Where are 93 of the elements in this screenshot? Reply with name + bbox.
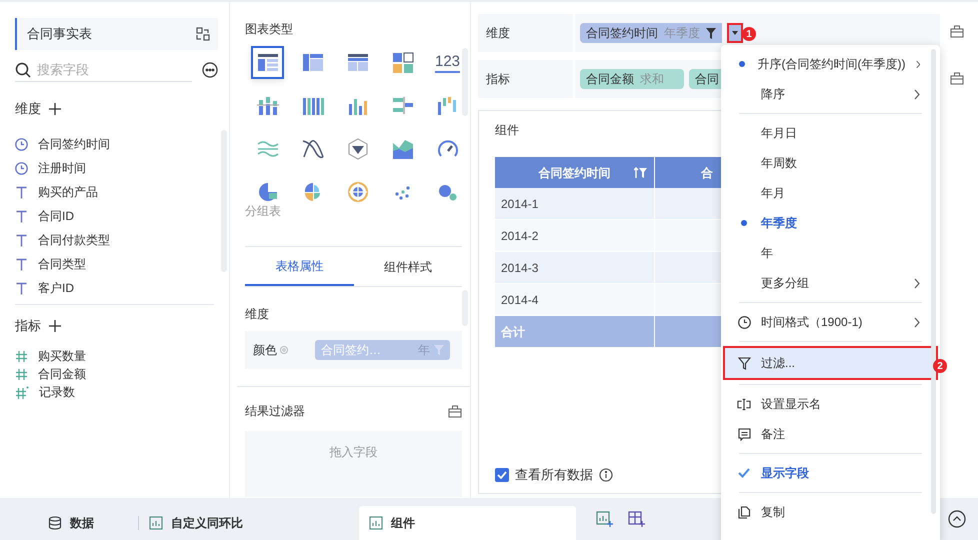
- search-field[interactable]: 搜索字段: [37, 60, 157, 80]
- add-chart-icon[interactable]: [596, 511, 614, 527]
- field-item[interactable]: 记录数: [39, 383, 75, 401]
- table-name: 合同事实表: [27, 25, 92, 44]
- database-icon: [48, 516, 62, 530]
- menu-item[interactable]: 年周数: [727, 148, 934, 178]
- section-label: 维度: [15, 100, 41, 118]
- drop-hint: 拖入字段: [330, 444, 378, 459]
- field-item[interactable]: 合同ID: [38, 207, 74, 225]
- menu-item[interactable]: 时间格式（1900-1): [727, 307, 934, 337]
- field-item[interactable]: 客户ID: [38, 279, 74, 297]
- selected-dot-icon: [741, 220, 747, 226]
- menu-item[interactable]: 更多分组: [727, 268, 934, 298]
- text-type-icon: [15, 282, 28, 294]
- text-type-icon: [15, 234, 28, 246]
- menu-item[interactable]: 降序: [727, 79, 934, 109]
- note-icon: [738, 428, 750, 440]
- menu-item[interactable]: 备注: [727, 419, 934, 449]
- tiles-icon: [390, 50, 414, 74]
- number-type-icon: [15, 368, 28, 380]
- field-item[interactable]: 购买的产品: [38, 183, 98, 201]
- menu-item[interactable]: 过滤...: [723, 346, 938, 380]
- clock-icon: [15, 138, 28, 150]
- search-icon: [15, 62, 31, 78]
- chart-type-option[interactable]: [251, 46, 284, 79]
- section-label: 维度: [245, 306, 270, 321]
- menu-item[interactable]: 年季度: [727, 208, 934, 238]
- panel-title: 图表类型: [245, 21, 294, 36]
- text-type-icon: [15, 258, 28, 270]
- callout-badge: 2: [933, 359, 947, 373]
- chart-icon: [369, 516, 383, 530]
- selected-dot-icon: [739, 61, 746, 67]
- sunburst-icon: [346, 180, 370, 204]
- text-type-icon: [15, 186, 28, 198]
- bottom-tab[interactable]: 数据: [38, 506, 138, 540]
- table-cell: 2014-4: [495, 284, 655, 315]
- collapse-icon[interactable]: [948, 510, 966, 528]
- tab[interactable]: 表格属性: [245, 247, 354, 286]
- shelf-label: 维度: [486, 25, 510, 42]
- field-item[interactable]: 购买数量: [38, 347, 86, 365]
- field-pill[interactable]: 合同金额 求和: [580, 69, 684, 89]
- more-icon[interactable]: [202, 62, 218, 78]
- table-cell: 2014-3: [495, 252, 655, 283]
- bottom-tab[interactable]: 组件: [359, 506, 576, 540]
- table-cell: 2014-2: [495, 220, 655, 251]
- field-item[interactable]: 合同签约时间: [38, 135, 110, 153]
- menu-item[interactable]: 设置显示名: [727, 389, 934, 419]
- add-icon[interactable]: [49, 103, 61, 115]
- section-label: 指标: [15, 317, 41, 336]
- field-pill[interactable]: 合同签约时间 年季度: [580, 23, 722, 43]
- total-cell: 合计: [495, 316, 655, 347]
- clock-icon: [15, 162, 28, 174]
- count-type-icon: [15, 386, 29, 398]
- clock-icon: [738, 316, 750, 328]
- add-icon[interactable]: [49, 320, 61, 332]
- field-item[interactable]: 合同金额: [38, 365, 86, 383]
- text-type-icon: [15, 210, 28, 222]
- bottom-tab[interactable]: 自定义同环比: [139, 506, 359, 540]
- menu-item[interactable]: 升序(合同签约时间(年季度)): [727, 49, 934, 79]
- dropdown-button[interactable]: [727, 23, 743, 43]
- checkbox-label: 查看所有数据: [515, 466, 593, 484]
- filter-icon[interactable]: [706, 28, 716, 38]
- panel-title: 结果过滤器: [245, 403, 305, 420]
- info-icon[interactable]: [599, 468, 613, 482]
- copy-icon: [738, 506, 750, 518]
- rename-icon: [737, 398, 751, 410]
- caret-icon: [732, 31, 738, 35]
- scrollbar[interactable]: [931, 49, 936, 514]
- chart-type-caption: 分组表: [245, 203, 282, 220]
- number-type-icon: [15, 350, 28, 362]
- tab[interactable]: 组件样式: [354, 247, 462, 286]
- checkbox[interactable]: [495, 468, 509, 482]
- sort-filter-icon[interactable]: [634, 167, 648, 178]
- property-label: 颜色: [253, 342, 277, 359]
- field-item[interactable]: 注册时间: [38, 159, 86, 177]
- menu-item[interactable]: 年: [727, 238, 934, 268]
- shelf-label: 指标: [486, 71, 510, 88]
- menu-item[interactable]: 年月日: [727, 118, 934, 148]
- field-item[interactable]: 合同付款类型: [38, 231, 110, 249]
- table-header[interactable]: 合同事实表: [15, 18, 218, 50]
- menu-item[interactable]: 年月: [727, 178, 934, 208]
- component-title: 组件: [495, 122, 519, 139]
- filter-icon: [738, 356, 750, 370]
- chart-icon: [149, 516, 163, 530]
- check-icon: [738, 468, 750, 478]
- radar-icon: [346, 136, 370, 160]
- add-table-icon[interactable]: [628, 511, 646, 527]
- switch-icon[interactable]: [196, 27, 210, 41]
- field-item[interactable]: 合同类型: [38, 255, 86, 273]
- menu-item[interactable]: 显示字段: [727, 458, 934, 488]
- table-cell: 2014-1: [495, 188, 655, 219]
- menu-item[interactable]: 复制: [727, 497, 934, 527]
- chart-type-option[interactable]: 123: [431, 46, 462, 79]
